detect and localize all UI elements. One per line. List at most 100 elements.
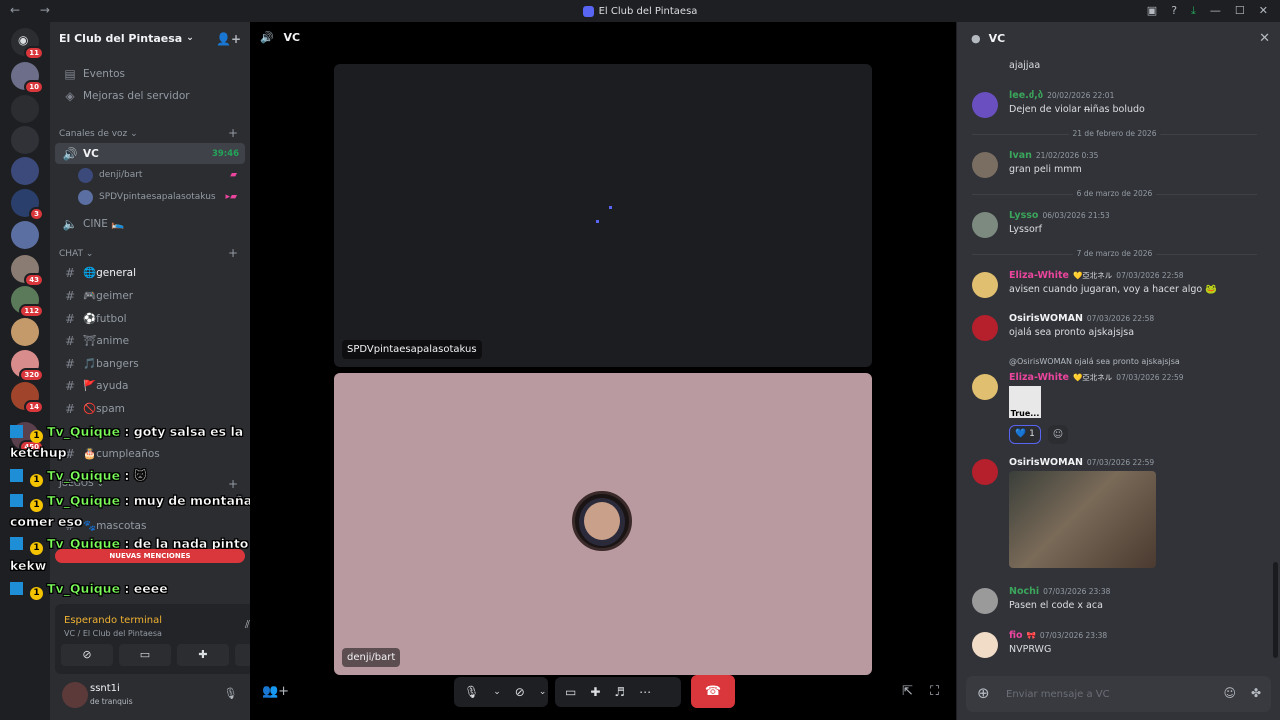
end-call-button[interactable]: ☎ [691, 675, 735, 708]
avatar[interactable] [972, 632, 998, 658]
avatar[interactable] [972, 315, 998, 341]
author-name[interactable]: Eliza-White [1009, 270, 1069, 281]
avatar[interactable] [972, 212, 998, 238]
voice-category[interactable]: Canales de voz ⌄ [59, 129, 138, 139]
vc-user[interactable]: SPDVpintaesapalasotakus ▸▰ [78, 187, 243, 207]
apps-icon[interactable]: ✤ [1251, 686, 1261, 700]
text-channel[interactable]: # 🎮geimer [55, 285, 245, 306]
speaker-icon: 🔊 [62, 146, 78, 161]
image-attachment[interactable] [1009, 471, 1156, 568]
scrollbar[interactable] [1273, 562, 1278, 658]
fullscreen-icon[interactable]: ⛶ [930, 684, 939, 699]
activities-button[interactable]: ✚ [177, 644, 229, 666]
author-name[interactable]: Ivan [1009, 150, 1032, 161]
download-icon[interactable]: ⤓ [1191, 4, 1196, 18]
author-name[interactable]: fio [1009, 630, 1023, 641]
add-text-channel-icon[interactable]: + [228, 246, 238, 260]
text-channel[interactable]: # 🚩ayuda [55, 375, 245, 396]
server-icon[interactable]: 10 [11, 62, 44, 94]
stage-title: VC [283, 31, 301, 44]
text-channel[interactable]: # 🐾mascotas [55, 515, 245, 536]
username[interactable]: ssnt1i [90, 683, 120, 694]
avatar[interactable] [972, 588, 998, 614]
channel-vc[interactable]: 🔊 VC 39:46 [55, 143, 245, 164]
maximize-icon[interactable]: ☐ [1235, 4, 1245, 18]
activities-icon[interactable]: ✚ [590, 685, 600, 699]
screen-share-icon[interactable]: ▭ [565, 685, 576, 699]
close-window-icon[interactable]: ✕ [1259, 4, 1268, 18]
camera-off-icon[interactable]: ⊘ [515, 685, 525, 699]
events-item[interactable]: ▤ Eventos [55, 63, 245, 84]
more-icon[interactable]: ⋯ [639, 685, 651, 699]
text-channel[interactable]: # ⚽futbol [55, 308, 245, 329]
avatar[interactable] [972, 374, 998, 400]
screen-share-button[interactable]: ▭ [119, 644, 171, 666]
add-channel-icon[interactable]: + [228, 477, 238, 491]
boost-icon: ◈ [65, 88, 75, 103]
author-name[interactable]: OsirisWOMAN [1009, 457, 1083, 468]
server-badge: 112 [19, 304, 44, 318]
new-mentions-banner[interactable]: NUEVAS MENCIONES [55, 549, 245, 563]
avatar[interactable] [972, 459, 998, 485]
emoji-icon[interactable]: ☺ [1223, 686, 1236, 700]
server-icon[interactable] [11, 221, 39, 249]
boost-item[interactable]: ◈ Mejoras del servidor [55, 85, 245, 106]
message-input[interactable] [1006, 685, 1206, 703]
text-channel[interactable]: # 🎵bangers [55, 353, 245, 374]
add-people-icon[interactable]: 👥+ [262, 684, 289, 699]
chevron-down-icon[interactable]: ⌄ [539, 687, 547, 697]
avatar[interactable] [972, 92, 998, 118]
server-icon[interactable]: 14 [11, 382, 44, 414]
author-name[interactable]: OsirisWOMAN [1009, 313, 1083, 324]
avatar[interactable] [62, 682, 88, 708]
author-name[interactable]: Eliza-White [1009, 372, 1069, 383]
reply-preview[interactable]: @OsirisWOMAN ojalá sea pronto ajskajsjsa [1009, 357, 1180, 366]
avatar[interactable] [972, 272, 998, 298]
server-icon[interactable] [11, 157, 39, 185]
minimize-icon[interactable]: — [1210, 4, 1221, 18]
help-icon[interactable]: ? [1171, 4, 1177, 18]
avatar[interactable] [972, 152, 998, 178]
microphone-icon[interactable]: 🎙 [223, 687, 237, 700]
video-tile[interactable]: SPDVpintaesapalasotakus [334, 64, 872, 367]
server-icon[interactable] [11, 126, 39, 154]
video-tile[interactable]: denji/bart [334, 373, 872, 675]
vc-user[interactable]: denji/bart ▰ [78, 165, 243, 185]
nav-arrows[interactable]: ← → [10, 3, 58, 17]
add-attachment-icon[interactable]: ⊕ [977, 684, 990, 702]
text-channel[interactable]: # 🎂cumpleaños [55, 443, 245, 464]
text-channel[interactable]: # 🚫spam [55, 398, 245, 419]
server-icon[interactable]: 320 [11, 350, 44, 382]
add-voice-channel-icon[interactable]: + [228, 126, 238, 140]
invite-icon[interactable]: 👤+ [216, 32, 241, 46]
server-icon[interactable]: 3 [11, 189, 44, 221]
channel-cine[interactable]: 🔈 CINE 🛌 [55, 213, 245, 234]
close-icon[interactable]: ✕ [1259, 31, 1270, 46]
image-attachment[interactable]: True... [1009, 386, 1041, 418]
server-icon[interactable]: 112 [11, 286, 44, 318]
overlay-chat-line: 1 Tv_Quique : eeee [10, 581, 168, 600]
server-icon[interactable] [11, 95, 39, 123]
inbox-icon[interactable]: ▣ [1147, 4, 1157, 18]
home-button[interactable]: ◉ 11 [11, 28, 44, 60]
text-channel[interactable]: # ⛩anime [55, 330, 245, 351]
add-reaction-icon[interactable]: ☺ [1048, 425, 1068, 444]
server-icon[interactable] [11, 318, 39, 346]
chat-category[interactable]: CHAT ⌄ [59, 249, 93, 259]
hashtag-icon: # [64, 311, 76, 326]
camera-button[interactable]: ⊘ [61, 644, 113, 666]
server-icon[interactable]: 43 [11, 255, 44, 287]
reaction-button[interactable]: 💙 1 [1009, 425, 1041, 444]
overlay-chat-line: ketchup [10, 445, 67, 460]
author-name[interactable]: Lysso [1009, 210, 1038, 221]
popout-icon[interactable]: ⇱ [902, 684, 913, 699]
chevron-down-icon[interactable]: ⌄ [493, 687, 501, 697]
microphone-icon[interactable]: 🎙 [464, 685, 479, 699]
text-channel[interactable]: # 🌐general [55, 262, 245, 283]
author-name[interactable]: Nochi [1009, 586, 1039, 597]
voice-channel-path[interactable]: VC / El Club del Pintaesa [64, 629, 162, 638]
soundboard-icon[interactable]: ♬ [614, 685, 625, 699]
author-name[interactable]: lee.ძ,ბ [1009, 90, 1043, 101]
server-name-button[interactable]: El Club del Pintaesa ⌄ 👤+ [50, 22, 250, 54]
message-body: NVPRWG [1009, 644, 1052, 655]
